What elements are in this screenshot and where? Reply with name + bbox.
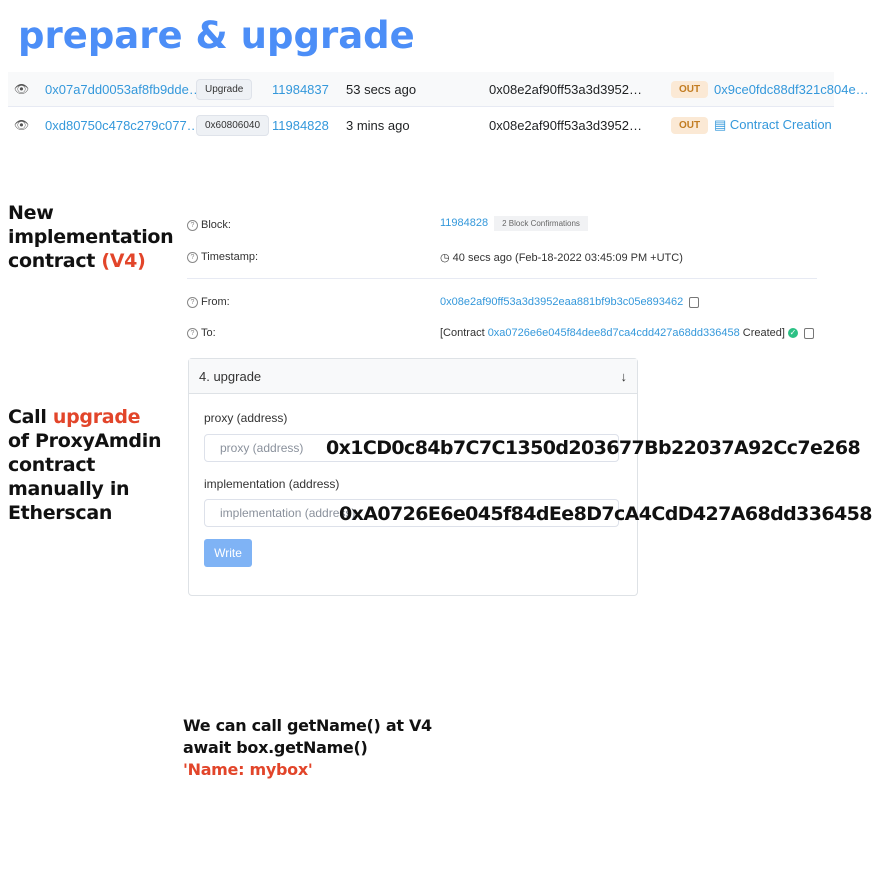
- result-text: 'Name: mybox': [183, 760, 313, 779]
- v4-highlight: (V4): [101, 250, 146, 272]
- from-label: ? From:: [187, 296, 230, 308]
- help-icon: ?: [187, 219, 198, 231]
- block-link[interactable]: 11984837: [272, 82, 329, 97]
- page-title: prepare & upgrade: [18, 14, 415, 57]
- to-address-link[interactable]: 0x9ce0fdc88df321c804e…: [714, 82, 869, 97]
- to-label: ? To:: [187, 327, 216, 339]
- function-header[interactable]: 4. upgrade ↓: [189, 359, 637, 394]
- contract-creation-link[interactable]: ▤ Contract Creation: [714, 117, 832, 133]
- write-function-card: 4. upgrade ↓ proxy (address) proxy (addr…: [188, 358, 638, 596]
- help-icon: ?: [187, 296, 198, 308]
- direction-badge: OUT: [671, 116, 709, 134]
- copy-icon[interactable]: [689, 296, 700, 308]
- block-label: ? Block:: [187, 219, 231, 231]
- direction-badge: OUT: [671, 80, 709, 98]
- timestamp-label: ? Timestamp:: [187, 251, 258, 263]
- divider: [187, 278, 817, 279]
- help-icon: ?: [187, 251, 198, 263]
- new-implementation-note: New implementation contract (V4): [8, 202, 174, 272]
- implementation-address-overlay: 0xA0726E6e045f84dEe8D7cA4CdD427A68dd3364…: [339, 503, 872, 525]
- tx-hash-link[interactable]: 0xd80750c478c279c077…: [45, 118, 200, 133]
- verified-check-icon: ✓: [788, 328, 799, 339]
- from-address[interactable]: 0x08e2af90ff53a3d3952…: [489, 82, 642, 97]
- eye-icon[interactable]: 👁: [14, 118, 29, 132]
- upgrade-highlight: upgrade: [52, 406, 141, 428]
- call-upgrade-note: Call upgrade of ProxyAmdin contract manu…: [8, 406, 162, 524]
- age-text: 53 secs ago: [346, 81, 417, 97]
- tx-hash-link[interactable]: 0x07a7dd0053af8fb9dde…: [45, 82, 202, 97]
- from-address[interactable]: 0x08e2af90ff53a3d3952…: [489, 118, 642, 133]
- confirmations-badge: 2 Block Confirmations: [494, 216, 588, 231]
- help-icon: ?: [187, 327, 198, 339]
- proxy-address-overlay: 0x1CD0c84b7C7C1350d203677Bb22037A92Cc7e2…: [326, 437, 861, 459]
- write-button[interactable]: Write: [204, 539, 252, 567]
- to-value: [Contract 0xa0726e6e045f84dee8d7ca4cdd42…: [440, 327, 815, 339]
- proxy-label: proxy (address): [204, 411, 288, 425]
- implementation-label: implementation (address): [204, 477, 340, 491]
- age-text: 3 mins ago: [346, 117, 410, 133]
- eye-icon[interactable]: 👁: [14, 82, 29, 96]
- timestamp-value: ◷ 40 secs ago (Feb-18-2022 03:45:09 PM +…: [440, 252, 683, 264]
- copy-icon[interactable]: [804, 327, 815, 339]
- contract-icon: ▤: [714, 117, 730, 132]
- method-badge: 0x60806040: [196, 114, 270, 136]
- bottom-note: We can call getName() at V4 await box.ge…: [183, 716, 432, 779]
- from-value: 0x08e2af90ff53a3d3952eaa881bf9b3c05e8934…: [440, 296, 700, 308]
- table-row: 👁 0x07a7dd0053af8fb9dde… Upgrade 1198483…: [8, 72, 869, 107]
- method-badge: Upgrade: [196, 78, 253, 100]
- clock-icon: ◷: [440, 252, 453, 264]
- table-row: 👁 0xd80750c478c279c077… 0x60806040 11984…: [8, 108, 834, 142]
- arrow-down-icon: ↓: [620, 368, 628, 384]
- block-link[interactable]: 11984828: [272, 118, 329, 133]
- contract-address-link[interactable]: 0xa0726e6e045f84dee8d7ca4cdd427a68dd3364…: [488, 327, 740, 339]
- block-value: 11984828 2 Block Confirmations: [440, 216, 588, 231]
